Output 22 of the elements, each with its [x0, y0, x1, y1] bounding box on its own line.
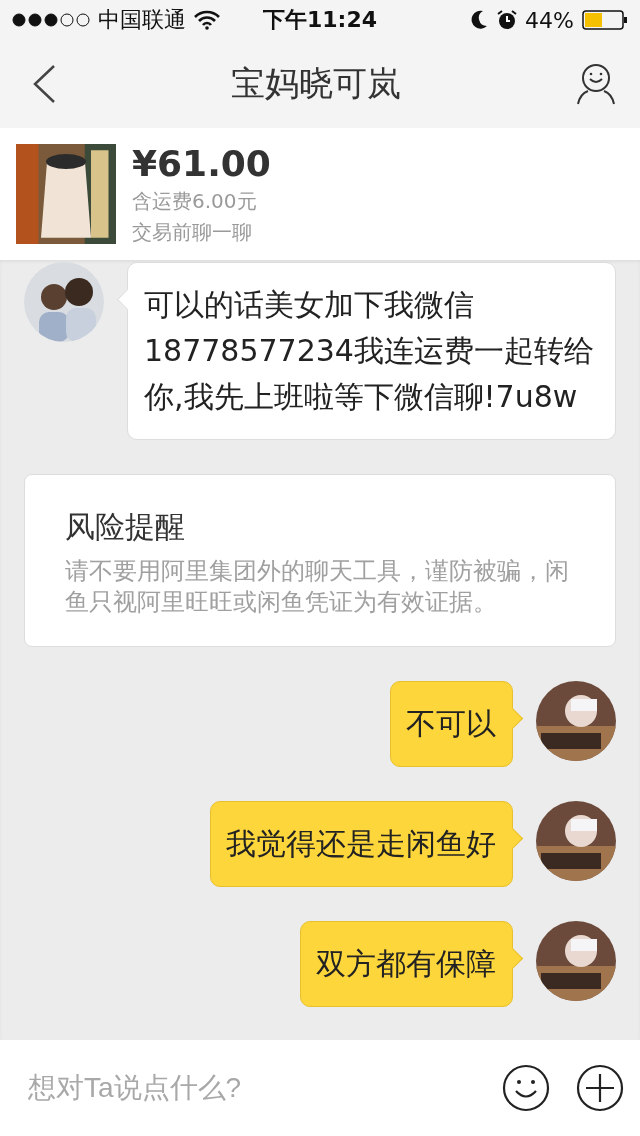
- wifi-icon: [194, 10, 220, 30]
- chat-hint: 交易前聊一聊: [132, 218, 253, 246]
- notice-title: 风险提醒: [65, 508, 186, 546]
- message-bubble: 不可以: [390, 681, 522, 767]
- product-card[interactable]: ¥61.00 含运费6.00元 交易前聊一聊: [0, 128, 640, 260]
- chat-title: 宝妈晓可岚: [231, 62, 401, 105]
- shipping-fee: 含运费6.00元: [132, 187, 258, 215]
- message-bubble: 我觉得还是走闲鱼好: [210, 801, 522, 887]
- carrier-name: 中国联通: [98, 6, 186, 34]
- battery-percent: 44%: [525, 7, 574, 33]
- battery-icon: [582, 10, 628, 30]
- alarm-icon: [497, 10, 518, 30]
- message-bubble: 双方都有保障: [300, 921, 522, 1007]
- emoji-button[interactable]: [502, 1064, 550, 1112]
- signal-icon: [12, 13, 90, 27]
- clock-time: 下午11:24: [263, 6, 377, 34]
- add-button[interactable]: [576, 1064, 624, 1112]
- message-bubble: 可以的话美女加下我微信18778577234我连运费一起转给你,我先上班啦等下微信聊!7u8w: [118, 262, 616, 440]
- notice-text: 请不要用阿里集团外的聊天工具，谨防被骗，闲鱼只视阿里旺旺或闲鱼凭证为有效证据。: [65, 556, 570, 618]
- back-button[interactable]: [32, 64, 56, 104]
- product-price: ¥61.00: [132, 142, 271, 184]
- profile-button[interactable]: [576, 63, 616, 105]
